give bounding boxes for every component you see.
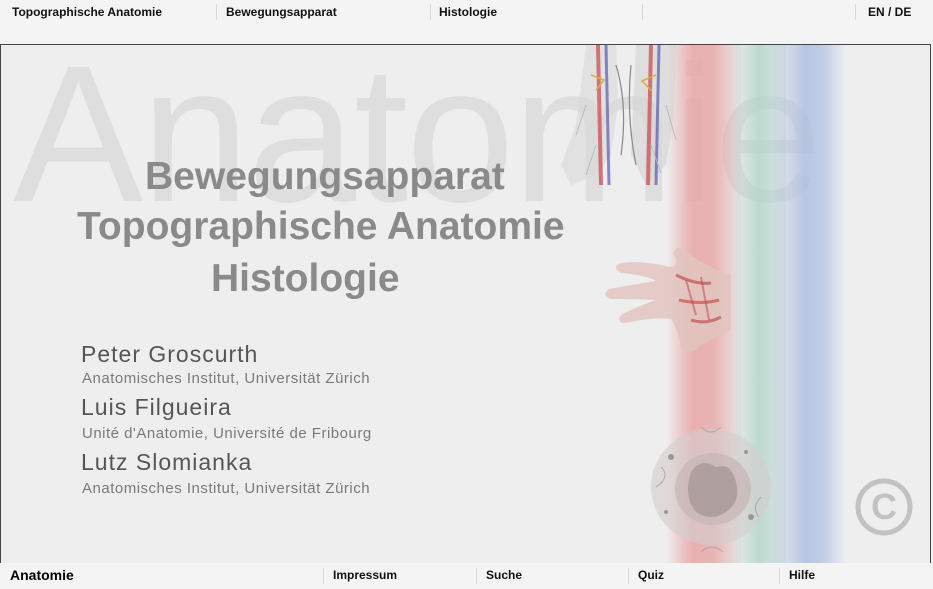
impressum-link[interactable]: Impressum: [324, 568, 397, 582]
author-name: Lutz Slomianka: [81, 449, 253, 475]
site-title: Anatomie: [10, 567, 74, 583]
nav-bewegungsapparat[interactable]: Bewegungsapparat: [216, 3, 428, 21]
subject-bewegungsapparat[interactable]: Bewegungsapparat: [145, 157, 505, 196]
bottom-navigation: Anatomie Impressum Suche Quiz Hilfe: [0, 563, 933, 589]
suche-link[interactable]: Suche: [477, 568, 522, 582]
main-panel: Anatomie Bewegungsapparat Topographische…: [0, 44, 931, 564]
nav-histologie[interactable]: Histologie: [429, 3, 641, 21]
nav-divider: [855, 4, 856, 20]
language-switch[interactable]: EN / DE: [858, 3, 928, 21]
top-navigation: Topographische Anatomie Bewegungsapparat…: [0, 0, 933, 26]
author-institution: Unité d'Anatomie, Université de Fribourg: [82, 425, 372, 442]
copyright-icon: C: [855, 478, 913, 536]
hand-illustration: [605, 248, 731, 353]
subject-topographische-anatomie[interactable]: Topographische Anatomie: [77, 207, 565, 246]
author-institution: Anatomisches Institut, Universität Züric…: [82, 480, 371, 497]
quiz-link[interactable]: Quiz: [629, 568, 664, 582]
subject-histologie[interactable]: Histologie: [211, 259, 400, 298]
blue-color-strip: [771, 45, 846, 563]
author-name: Peter Groscurth: [81, 341, 259, 367]
neck-anatomy-illustration: [561, 45, 677, 186]
nav-topographische-anatomie[interactable]: Topographische Anatomie: [2, 3, 214, 21]
author-institution: Anatomisches Institut, Universität Züric…: [82, 370, 371, 387]
cell-histology-illustration: [651, 426, 771, 553]
author-name: Luis Filgueira: [81, 394, 232, 420]
svg-text:C: C: [871, 486, 897, 527]
nav-empty-slot: [643, 3, 853, 21]
hilfe-link[interactable]: Hilfe: [780, 568, 815, 582]
